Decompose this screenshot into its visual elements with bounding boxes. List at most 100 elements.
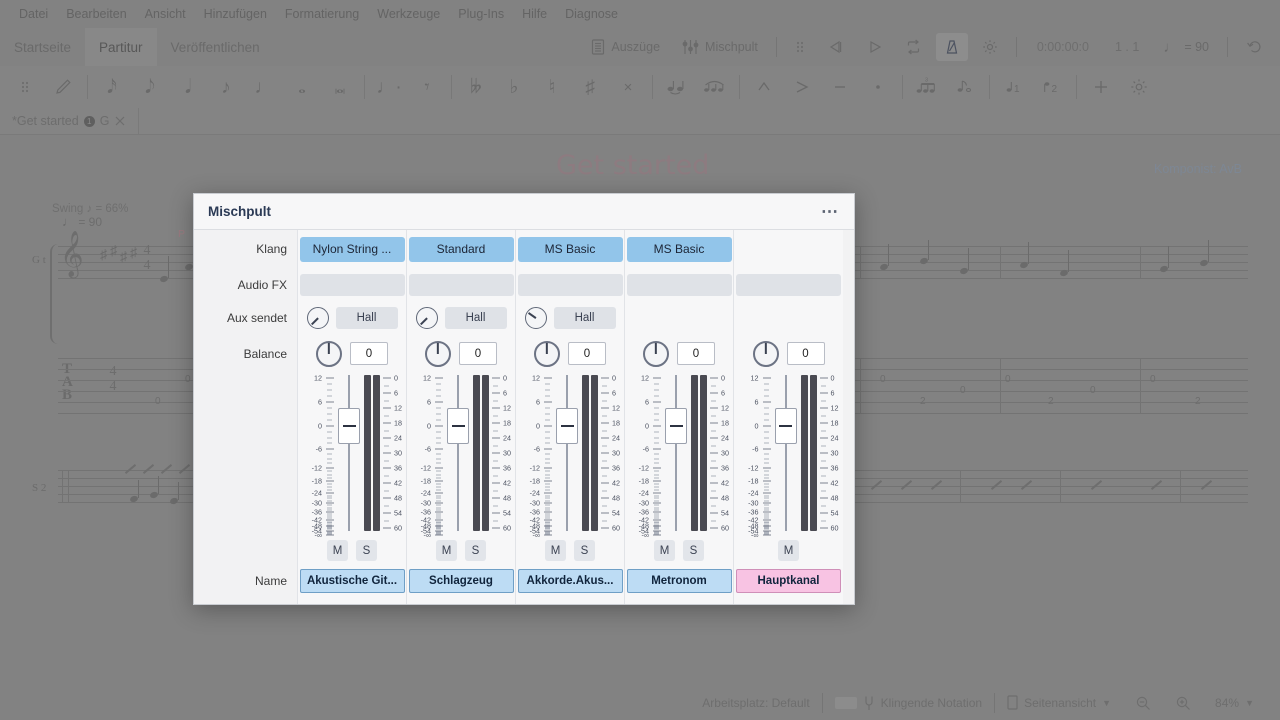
play-button[interactable] [859,33,891,61]
marcato-button[interactable] [745,68,783,106]
balance-knob[interactable] [643,340,669,367]
undo-button[interactable] [1238,33,1272,61]
fader-handle[interactable] [556,408,578,444]
balance-knob[interactable] [752,340,779,367]
menu-item-werkzeuge[interactable]: Werkzeuge [368,7,449,21]
more-options-icon[interactable]: ⋯ [821,203,840,220]
sound-select-button[interactable]: Standard [408,236,514,262]
add-button[interactable] [1082,68,1120,106]
tab-startseite[interactable]: Startseite [0,28,85,66]
fader-handle[interactable] [774,408,797,444]
menu-item-formatierung[interactable]: Formatierung [276,7,368,21]
fader-handle[interactable] [338,408,360,444]
note-32nd-button[interactable]: 𝅘𝅥𝅯 [93,68,131,106]
note-16th-button[interactable]: 𝅘𝅥 [169,68,207,106]
note-quarter-button[interactable]: ♩ [245,68,283,106]
notation-settings-button[interactable] [1120,68,1158,106]
fader-track[interactable] [784,375,787,531]
solo-button[interactable]: S [574,540,595,561]
solo-button[interactable]: S [465,540,486,561]
view-mode-select[interactable]: Seitenansicht ▼ [995,692,1123,714]
timecode-display[interactable]: 0:00:00:0 [1027,40,1099,54]
parts-button[interactable]: Auszüge [583,33,668,61]
zoom-in-button[interactable] [1163,692,1203,714]
mute-button[interactable]: M [654,540,675,561]
rest-button[interactable]: 𝄾 [408,68,446,106]
balance-knob[interactable] [534,340,560,367]
zoom-level-select[interactable]: 84% ▼ [1203,692,1266,714]
aux-send-target-button[interactable]: Hall [553,306,616,329]
note-8th-button[interactable]: ♪ [207,68,245,106]
flat-button[interactable]: ♭ [495,68,533,106]
sound-select-button[interactable]: Nylon String ... [299,236,405,262]
aux-send-target-button[interactable]: Hall [444,306,507,329]
fader-handle[interactable] [447,408,469,444]
note-half-button[interactable]: 𝅝 [283,68,321,106]
solo-button[interactable]: S [356,540,377,561]
natural-button[interactable]: ♮ [533,68,571,106]
channel-name-field[interactable]: Akustische Git... [299,569,405,593]
aux-send-target-button[interactable]: Hall [335,306,398,329]
aux-send-knob[interactable] [306,306,329,329]
grace-note-button[interactable] [946,68,984,106]
balance-value-input[interactable]: 0 [350,342,388,365]
aux-send-knob[interactable] [415,306,438,329]
tab-partitur[interactable]: Partitur [85,28,157,66]
balance-knob[interactable] [316,340,342,367]
fader-track[interactable] [566,375,568,531]
mute-button[interactable]: M [327,540,348,561]
menu-item-hilfe[interactable]: Hilfe [513,7,556,21]
loop-button[interactable] [897,33,930,61]
sound-select-button[interactable]: MS Basic [626,236,732,262]
tempo-display[interactable]: ♩ = 90 [1155,33,1217,61]
playback-settings-button[interactable] [974,33,1006,61]
transport-grip[interactable] [787,33,813,61]
voice-1-button[interactable]: 1 [995,68,1033,106]
pencil-tool-button[interactable] [44,68,82,106]
staccato-button[interactable] [859,68,897,106]
fader-handle[interactable] [665,408,687,444]
audio-fx-slot[interactable] [299,273,405,296]
zoom-out-button[interactable] [1123,692,1163,714]
menu-item-hinzufuegen[interactable]: Hinzufügen [195,7,276,21]
balance-value-input[interactable]: 0 [568,342,606,365]
aux-send-knob[interactable] [524,306,547,329]
fader-track[interactable] [675,375,677,531]
mixer-dialog-title-bar[interactable]: Mischpult ⋯ [194,194,854,230]
mute-button[interactable]: M [545,540,566,561]
channel-name-field[interactable]: Hauptkanal [736,569,841,593]
toggle-switch[interactable] [834,696,857,709]
channel-name-field[interactable]: Akkorde.Akus... [517,569,623,593]
audio-fx-slot[interactable] [626,273,732,296]
concert-pitch-toggle[interactable]: Klingende Notation [823,692,994,714]
sharp-button[interactable]: ♯ [571,68,609,106]
fader-track[interactable] [457,375,459,531]
balance-value-input[interactable]: 0 [677,342,715,365]
metronome-button[interactable] [935,33,968,61]
menu-item-ansicht[interactable]: Ansicht [136,7,195,21]
menu-item-datei[interactable]: Datei [10,7,57,21]
slur-button[interactable] [696,68,734,106]
mute-button[interactable]: M [436,540,457,561]
mute-button[interactable]: M [778,540,799,561]
tie-button[interactable] [658,68,696,106]
position-display[interactable]: 1 . 1 [1105,40,1149,54]
balance-knob[interactable] [425,340,451,367]
audio-fx-slot[interactable] [517,273,623,296]
menu-item-bearbeiten[interactable]: Bearbeiten [57,7,135,21]
fader-track[interactable] [348,375,350,531]
solo-button[interactable]: S [683,540,704,561]
menu-item-plugins[interactable]: Plug-Ins [449,7,513,21]
mixer-button[interactable]: Mischpult [674,33,766,61]
balance-value-input[interactable]: 0 [786,342,825,365]
channel-name-field[interactable]: Metronom [626,569,732,593]
voice-2-button[interactable]: 2 [1033,68,1071,106]
double-sharp-button[interactable]: × [609,68,647,106]
double-flat-button[interactable]: 𝄫 [457,68,495,106]
mixer-dialog[interactable]: Mischpult ⋯ Klang Audio FX Aux sendet Ba… [193,193,855,605]
audio-fx-slot[interactable] [408,273,514,296]
tenuto-button[interactable] [821,68,859,106]
notation-grip[interactable] [6,68,44,106]
close-icon[interactable] [114,115,126,127]
note-32nd-b-button[interactable]: 𝅘𝅥𝅮 [131,68,169,106]
